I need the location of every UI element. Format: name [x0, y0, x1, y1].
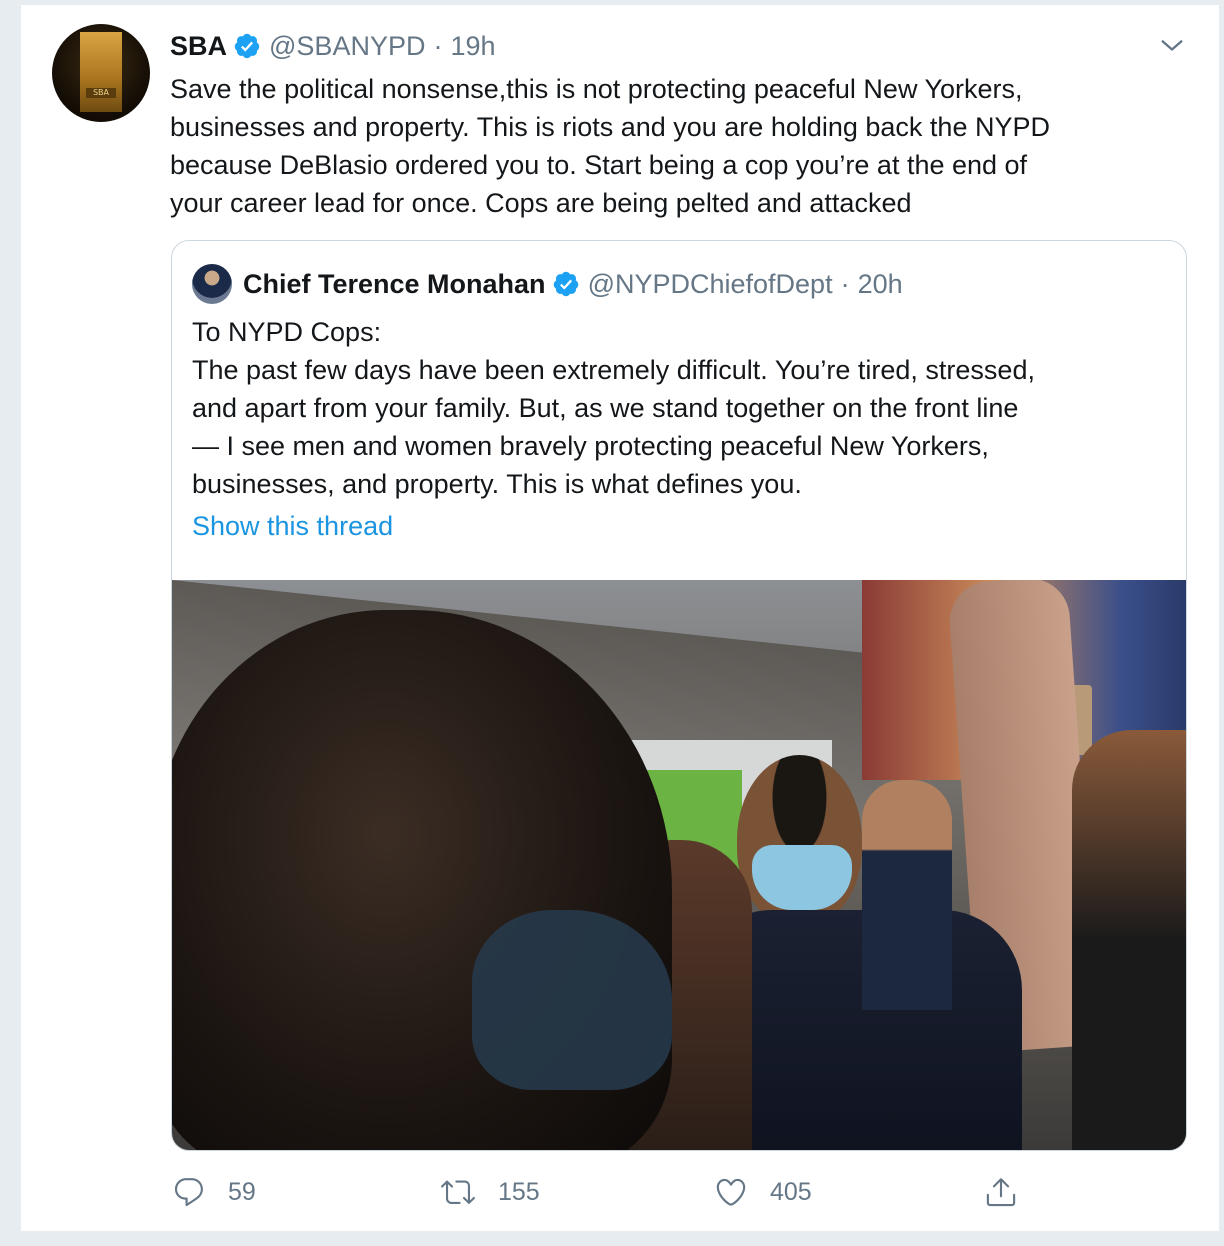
reply-icon [174, 1178, 203, 1207]
retweet-icon [441, 1180, 475, 1204]
tweet-text-line: Save the political nonsense,this is not … [170, 74, 1023, 104]
retweet-count: 155 [498, 1177, 540, 1206]
quoted-tweet[interactable]: Chief Terence Monahan @NYPDChiefofDept ·… [171, 240, 1187, 1151]
author-name[interactable]: SBA [170, 31, 227, 62]
quoted-separator: · [840, 268, 850, 299]
quoted-text-line: businesses, and property. This is what d… [192, 469, 802, 499]
author-handle[interactable]: @SBANYPD [269, 31, 425, 62]
chevron-down-icon[interactable] [1158, 32, 1186, 60]
photo-officer-mask [752, 845, 852, 910]
like-button[interactable]: 405 [714, 1170, 812, 1214]
quoted-text-line: To NYPD Cops: [192, 317, 382, 347]
quoted-text-line: and apart from your family. But, as we s… [192, 393, 1019, 423]
quoted-photo[interactable] [172, 580, 1186, 1150]
share-icon [986, 1178, 1016, 1207]
police-badge-image [80, 32, 122, 112]
quoted-text-line: — I see men and women bravely protecting… [192, 431, 989, 461]
reply-count: 59 [228, 1177, 256, 1206]
verified-badge-icon [553, 271, 578, 297]
quoted-body: To NYPD Cops: The past few days have bee… [192, 313, 1172, 503]
photo-officer-background [862, 780, 952, 1010]
header-separator: · [433, 30, 443, 61]
photo-foreground-cap [472, 910, 672, 1090]
retweet-button[interactable]: 155 [440, 1170, 540, 1214]
share-button[interactable] [984, 1170, 1040, 1214]
page: SBA SBA @SBANYPD · 19h Save the politica… [0, 0, 1224, 1246]
avatar-badge-label: SBA [86, 88, 116, 98]
tweet-text-line: businesses and property. This is riots a… [170, 112, 1050, 142]
tweet-header: SBA @SBANYPD · 19h [170, 28, 496, 64]
quoted-author-handle[interactable]: @NYPDChiefofDept [588, 269, 833, 300]
show-thread-link[interactable]: Show this thread [192, 511, 393, 542]
reply-button[interactable]: 59 [172, 1170, 256, 1214]
like-count: 405 [770, 1177, 812, 1206]
sba-avatar[interactable]: SBA [52, 24, 150, 122]
tweet-text-line: because DeBlasio ordered you to. Start b… [170, 150, 1028, 180]
quoted-timestamp[interactable]: 20h [858, 269, 903, 300]
photo-person-right [1072, 730, 1186, 1150]
tweet-timestamp[interactable]: 19h [450, 31, 495, 62]
verified-badge-icon [234, 33, 260, 59]
tweet-text-line: your career lead for once. Cops are bein… [170, 188, 912, 218]
quoted-text-line: The past few days have been extremely di… [192, 355, 1035, 385]
like-icon [716, 1178, 746, 1206]
quoted-header: Chief Terence Monahan @NYPDChiefofDept ·… [192, 264, 903, 304]
tweet-body: Save the political nonsense,this is not … [170, 70, 1190, 222]
quoted-author-name[interactable]: Chief Terence Monahan [243, 269, 546, 300]
tweet-actions: 59 155 405 [170, 1170, 1050, 1214]
quoted-avatar[interactable] [192, 264, 232, 304]
